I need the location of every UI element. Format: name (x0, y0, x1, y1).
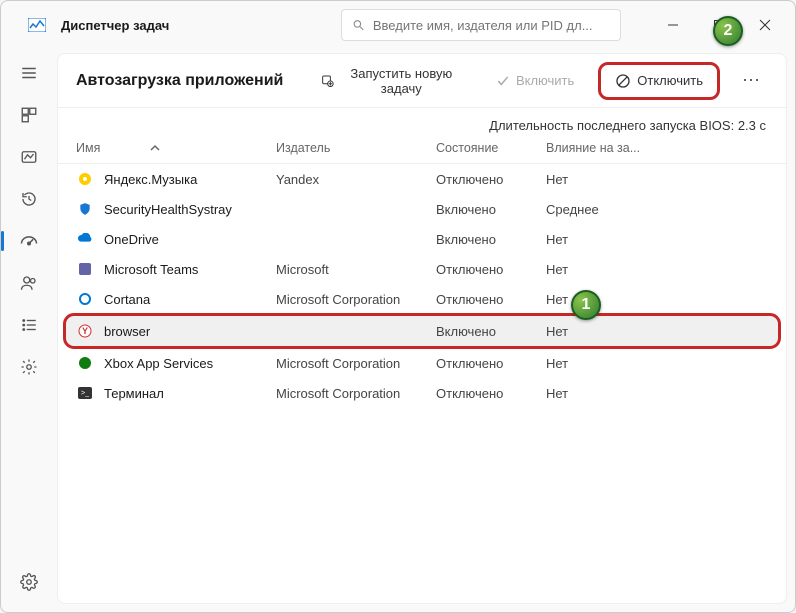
table-row[interactable]: >_ ТерминалMicrosoft CorporationОтключено… (58, 378, 786, 408)
row-name: SecurityHealthSystray (104, 202, 276, 217)
nav-users[interactable] (9, 263, 49, 303)
row-state: Включено (436, 232, 546, 247)
row-publisher: Microsoft Corporation (276, 292, 436, 307)
run-task-icon (321, 73, 334, 89)
row-state: Включено (436, 202, 546, 217)
row-name: Microsoft Teams (104, 262, 276, 277)
row-impact: Среднее (546, 202, 656, 217)
nav-services[interactable] (9, 347, 49, 387)
cortana-icon (76, 290, 94, 308)
shield-icon (76, 200, 94, 218)
row-state: Отключено (436, 262, 546, 277)
search-box[interactable] (341, 9, 621, 41)
sort-asc-icon (150, 143, 160, 153)
row-state: Отключено (436, 172, 546, 187)
row-impact: Нет (546, 324, 656, 339)
row-name: Яндекс.Музыка (104, 172, 276, 187)
titlebar: Диспетчер задач (1, 1, 795, 49)
row-impact: Нет (546, 262, 656, 277)
run-new-task-button[interactable]: Запустить новую задачу (311, 60, 472, 102)
nav-startup[interactable] (9, 221, 49, 261)
minimize-button[interactable] (651, 10, 695, 40)
svg-text:>_: >_ (81, 390, 89, 397)
header-state[interactable]: Состояние (436, 141, 546, 155)
disable-button[interactable]: Отключить (598, 62, 720, 100)
annotation-badge-2: 2 (713, 16, 743, 46)
app-icon (25, 13, 49, 37)
table-row[interactable]: Ybrowser ВключеноНет (66, 316, 778, 346)
table-row[interactable]: Microsoft TeamsMicrosoftОтключеноНет (58, 254, 786, 284)
nav-history[interactable] (9, 179, 49, 219)
table-row[interactable]: SecurityHealthSystray ВключеноСреднее (58, 194, 786, 224)
sidebar (1, 49, 57, 612)
row-publisher: Yandex (276, 172, 436, 187)
onedrive-icon (76, 230, 94, 248)
disable-icon (615, 73, 631, 89)
table-row[interactable]: OneDrive ВключеноНет (58, 224, 786, 254)
column-headers: Имя Издатель Состояние Влияние на за... (58, 137, 786, 164)
row-impact: Нет (546, 172, 656, 187)
row-name: Xbox App Services (104, 356, 276, 371)
row-publisher: Microsoft Corporation (276, 386, 436, 401)
terminal-icon: >_ (76, 384, 94, 402)
row-impact: Нет (546, 386, 656, 401)
row-publisher: Microsoft Corporation (276, 356, 436, 371)
row-name: Cortana (104, 292, 276, 307)
xbox-icon (76, 354, 94, 372)
row-publisher: Microsoft (276, 262, 436, 277)
close-button[interactable] (743, 10, 787, 40)
nav-settings[interactable] (9, 562, 49, 602)
yandex-music-icon (76, 170, 94, 188)
nav-performance[interactable] (9, 137, 49, 177)
nav-details[interactable] (9, 305, 49, 345)
check-icon (496, 74, 510, 88)
hamburger-button[interactable] (9, 53, 49, 93)
row-state: Отключено (436, 356, 546, 371)
table-body: Яндекс.МузыкаYandexОтключеноНетSecurityH… (58, 164, 786, 603)
nav-processes[interactable] (9, 95, 49, 135)
content-panel: Автозагрузка приложений Запустить новую … (57, 53, 787, 604)
header-impact[interactable]: Влияние на за... (546, 141, 656, 155)
row-impact: Нет (546, 292, 656, 307)
ybrowser-icon: Y (76, 322, 94, 340)
app-title: Диспетчер задач (61, 18, 169, 33)
row-name: OneDrive (104, 232, 276, 247)
header-name[interactable]: Имя (76, 141, 276, 155)
header-publisher[interactable]: Издатель (276, 141, 436, 155)
bios-duration-label: Длительность последнего запуска BIOS: 2.… (58, 108, 786, 137)
row-state: Отключено (436, 386, 546, 401)
search-input[interactable] (373, 18, 610, 33)
table-row[interactable]: Яндекс.МузыкаYandexОтключеноНет (58, 164, 786, 194)
more-button[interactable]: ⋯ (734, 66, 768, 95)
row-state: Включено (436, 324, 546, 339)
toolbar: Автозагрузка приложений Запустить новую … (58, 54, 786, 108)
page-title: Автозагрузка приложений (76, 72, 283, 90)
row-name: browser (104, 324, 276, 339)
table-row[interactable]: CortanaMicrosoft CorporationОтключеноНет (58, 284, 786, 314)
row-impact: Нет (546, 356, 656, 371)
svg-text:Y: Y (82, 326, 88, 336)
search-icon (352, 18, 365, 32)
annotation-badge-1: 1 (571, 290, 601, 320)
row-name: Терминал (104, 386, 276, 401)
task-manager-window: Диспетчер задач Автозагрузка приложений (0, 0, 796, 613)
enable-button: Включить (486, 67, 584, 94)
row-state: Отключено (436, 292, 546, 307)
table-row[interactable]: Xbox App ServicesMicrosoft CorporationОт… (58, 348, 786, 378)
teams-icon (76, 260, 94, 278)
row-impact: Нет (546, 232, 656, 247)
